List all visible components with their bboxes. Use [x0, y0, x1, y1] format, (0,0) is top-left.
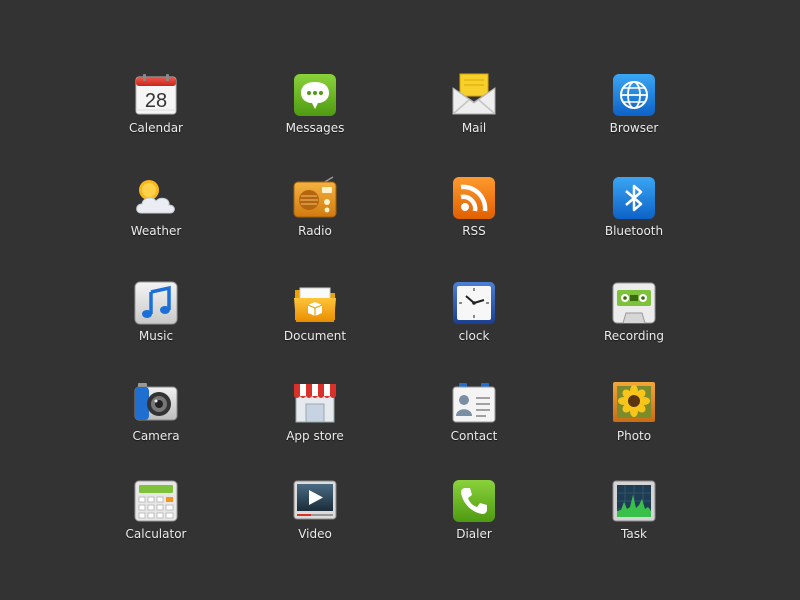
calendar-day-number: 28 — [145, 90, 167, 112]
app-label: Dialer — [456, 527, 492, 541]
app-label: Radio — [298, 224, 332, 238]
app-messages[interactable]: Messages — [255, 72, 375, 152]
app-label: Task — [621, 527, 647, 541]
app-label: Calendar — [129, 121, 183, 135]
app-music[interactable]: Music — [96, 280, 216, 360]
phone-icon — [451, 478, 497, 524]
cassette-icon — [611, 280, 657, 326]
storefront-icon — [292, 380, 338, 426]
app-label: Calculator — [125, 527, 187, 541]
calculator-icon — [133, 478, 179, 524]
app-label: Music — [138, 329, 174, 343]
app-label: App store — [286, 429, 344, 443]
app-label: RSS — [462, 224, 486, 238]
app-label: clock — [458, 329, 490, 343]
app-video[interactable]: Video — [255, 478, 375, 558]
app-label: Recording — [603, 329, 665, 343]
sunflower-photo-icon — [611, 380, 657, 426]
app-radio[interactable]: Radio — [255, 175, 375, 255]
app-mail[interactable]: Mail — [414, 72, 534, 152]
app-label: Contact — [450, 429, 498, 443]
app-browser[interactable]: Browser — [574, 72, 694, 152]
app-document[interactable]: Document — [255, 280, 375, 360]
app-dialer[interactable]: Dialer — [414, 478, 534, 558]
globe-icon — [611, 72, 657, 118]
app-camera[interactable]: Camera — [96, 380, 216, 460]
app-bluetooth[interactable]: Bluetooth — [574, 175, 694, 255]
app-photo[interactable]: Photo — [574, 380, 694, 460]
app-recording[interactable]: Recording — [574, 280, 694, 360]
contact-card-icon — [451, 380, 497, 426]
app-weather[interactable]: Weather — [96, 175, 216, 255]
app-label: Browser — [609, 121, 659, 135]
camera-icon — [133, 380, 179, 426]
app-clock[interactable]: clock — [414, 280, 534, 360]
bluetooth-icon — [611, 175, 657, 221]
rss-icon — [451, 175, 497, 221]
play-screen-icon — [292, 478, 338, 524]
app-calendar[interactable]: 28 Calendar — [96, 72, 216, 152]
sun-cloud-icon — [133, 175, 179, 221]
app-label: Weather — [130, 224, 182, 238]
app-grid: 28 Calendar Messages Mail Browser Weathe… — [0, 0, 800, 600]
folder-icon — [292, 280, 338, 326]
clock-icon — [451, 280, 497, 326]
app-label: Video — [298, 527, 332, 541]
app-label: Camera — [132, 429, 180, 443]
monitor-graph-icon — [611, 478, 657, 524]
app-calculator[interactable]: Calculator — [96, 478, 216, 558]
app-app-store[interactable]: App store — [255, 380, 375, 460]
app-label: Document — [283, 329, 347, 343]
app-task[interactable]: Task — [574, 478, 694, 558]
app-label: Photo — [616, 429, 652, 443]
app-contact[interactable]: Contact — [414, 380, 534, 460]
app-label: Messages — [285, 121, 345, 135]
app-label: Mail — [461, 121, 487, 135]
app-label: Bluetooth — [604, 224, 664, 238]
envelope-icon — [451, 72, 497, 118]
music-note-icon — [133, 280, 179, 326]
calendar-icon: 28 — [133, 72, 179, 118]
radio-icon — [292, 175, 338, 221]
chat-bubble-icon — [292, 72, 338, 118]
app-rss[interactable]: RSS — [414, 175, 534, 255]
